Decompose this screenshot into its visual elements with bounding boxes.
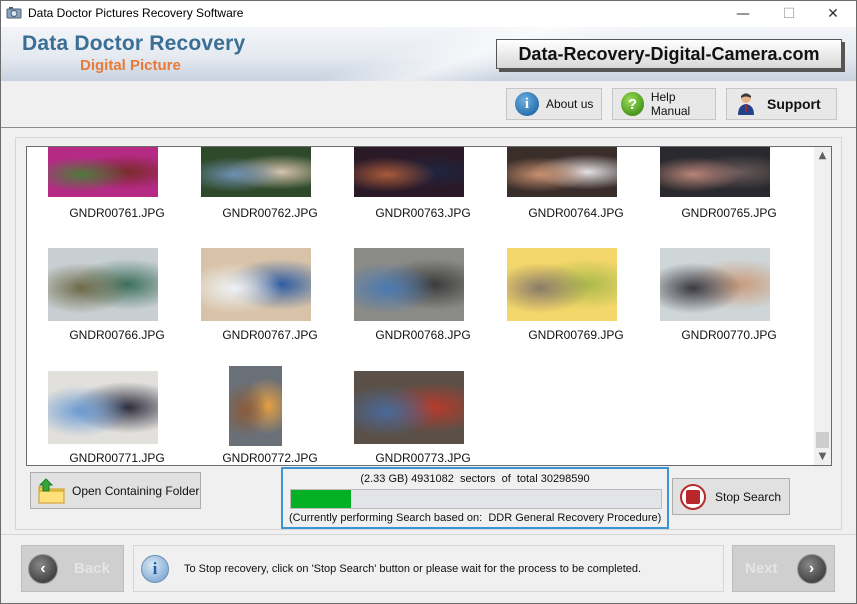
stop-search-label: Stop Search: [715, 489, 782, 504]
next-label: Next: [745, 560, 778, 577]
help-icon: ?: [621, 92, 644, 116]
progress-bar-fill: [291, 490, 352, 508]
stop-search-button[interactable]: Stop Search: [672, 478, 790, 515]
maximize-button[interactable]: ☐: [766, 1, 812, 27]
photo-filename: GNDR00769.JPG: [528, 328, 624, 342]
info-message: To Stop recovery, click on 'Stop Search'…: [184, 562, 642, 575]
photo-thumbnail[interactable]: [354, 147, 464, 197]
open-containing-folder-button[interactable]: Open Containing Folder: [30, 472, 201, 509]
photo-thumbnail[interactable]: [354, 248, 464, 321]
scroll-up-icon[interactable]: ▲: [814, 147, 831, 164]
stop-icon: [680, 483, 706, 510]
scrollbar-thumb[interactable]: [816, 432, 829, 448]
title-bar: Data Doctor Pictures Recovery Software —…: [1, 1, 856, 27]
photo-thumbnail[interactable]: [201, 248, 311, 321]
photo-thumbnail[interactable]: [201, 147, 311, 197]
next-arrow-icon: ›: [796, 553, 827, 584]
footer-divider: [1, 534, 856, 535]
gallery-item[interactable]: GNDR00767.JPG: [200, 247, 340, 367]
photo-thumbnail[interactable]: [660, 147, 770, 197]
photo-thumbnail[interactable]: [507, 147, 617, 197]
gallery-item[interactable]: GNDR00772.JPG: [200, 366, 340, 465]
photo-filename: GNDR00761.JPG: [69, 206, 165, 220]
info-icon: i: [141, 554, 169, 583]
minimize-icon: —: [736, 6, 750, 22]
photo-filename: GNDR00772.JPG: [222, 451, 318, 465]
about-us-label: About us: [546, 97, 594, 111]
help-manual-button[interactable]: ? Help Manual: [612, 88, 716, 120]
back-button[interactable]: ‹ Back: [21, 545, 124, 592]
photo-filename: GNDR00770.JPG: [681, 328, 777, 342]
gallery-item[interactable]: GNDR00768.JPG: [353, 247, 493, 367]
gallery-item[interactable]: GNDR00770.JPG: [659, 247, 799, 367]
close-icon: ✕: [827, 6, 839, 22]
website-link[interactable]: Data-Recovery-Digital-Camera.com: [496, 39, 842, 69]
support-person-icon: [738, 93, 754, 115]
window-title: Data Doctor Pictures Recovery Software: [28, 6, 244, 20]
app-icon: [6, 7, 22, 19]
back-arrow-icon: ‹: [28, 553, 58, 584]
app-window: Data Doctor Pictures Recovery Software —…: [0, 0, 857, 604]
about-us-button[interactable]: i About us: [506, 88, 602, 120]
photo-filename: GNDR00762.JPG: [222, 206, 318, 220]
gallery-item[interactable]: GNDR00773.JPG: [353, 370, 493, 465]
procedure-text: (Currently performing Search based on: D…: [289, 512, 662, 524]
info-icon: i: [515, 92, 539, 116]
photo-thumbnail[interactable]: [354, 371, 464, 444]
support-label: Support: [767, 96, 821, 112]
photo-thumbnail[interactable]: [229, 366, 282, 446]
info-message-box: i To Stop recovery, click on 'Stop Searc…: [133, 545, 724, 592]
maximize-icon: ☐: [782, 6, 796, 22]
open-folder-label: Open Containing Folder: [72, 483, 200, 498]
photo-filename: GNDR00768.JPG: [375, 328, 471, 342]
header-banner: Data Doctor Recovery Digital Picture Dat…: [1, 27, 856, 81]
photo-filename: GNDR00764.JPG: [528, 206, 624, 220]
photo-filename: GNDR00767.JPG: [222, 328, 318, 342]
support-button[interactable]: Support: [726, 88, 837, 120]
progress-bar: [290, 489, 662, 509]
photo-filename: GNDR00773.JPG: [375, 451, 471, 465]
photo-thumbnail[interactable]: [48, 371, 158, 444]
photo-filename: GNDR00766.JPG: [69, 328, 165, 342]
photo-filename: GNDR00771.JPG: [69, 451, 165, 465]
scroll-down-icon[interactable]: ▼: [814, 448, 831, 465]
scan-progress-panel: (2.33 GB) 4931082 sectors of total 30298…: [281, 467, 669, 529]
photo-filename: GNDR00763.JPG: [375, 206, 471, 220]
sectors-progress-text: (2.33 GB) 4931082 sectors of total 30298…: [360, 473, 590, 485]
close-button[interactable]: ✕: [810, 1, 856, 27]
brand-title: Data Doctor Recovery: [22, 32, 246, 55]
vertical-scrollbar[interactable]: ▲ ▼: [814, 147, 831, 465]
folder-upload-icon: [38, 477, 65, 503]
recovered-files-gallery[interactable]: ▲ ▼ GNDR00761.JPG GNDR00762.JPG GNDR00763.…: [26, 146, 832, 466]
gallery-item[interactable]: GNDR00766.JPG: [47, 247, 187, 367]
photo-thumbnail[interactable]: [48, 248, 158, 321]
gallery-item[interactable]: GNDR00769.JPG: [506, 247, 646, 367]
brand-subtitle: Digital Picture: [80, 57, 181, 74]
gallery-item[interactable]: GNDR00771.JPG: [47, 370, 187, 465]
photo-thumbnail[interactable]: [48, 147, 158, 197]
photo-filename: GNDR00765.JPG: [681, 206, 777, 220]
help-manual-label: Help Manual: [650, 90, 691, 118]
toolbar: i About us ? Help Manual Support: [1, 81, 856, 128]
back-label: Back: [74, 560, 110, 577]
photo-thumbnail[interactable]: [507, 248, 617, 321]
minimize-button[interactable]: —: [720, 1, 766, 27]
next-button[interactable]: Next ›: [732, 545, 835, 592]
photo-thumbnail[interactable]: [660, 248, 770, 321]
